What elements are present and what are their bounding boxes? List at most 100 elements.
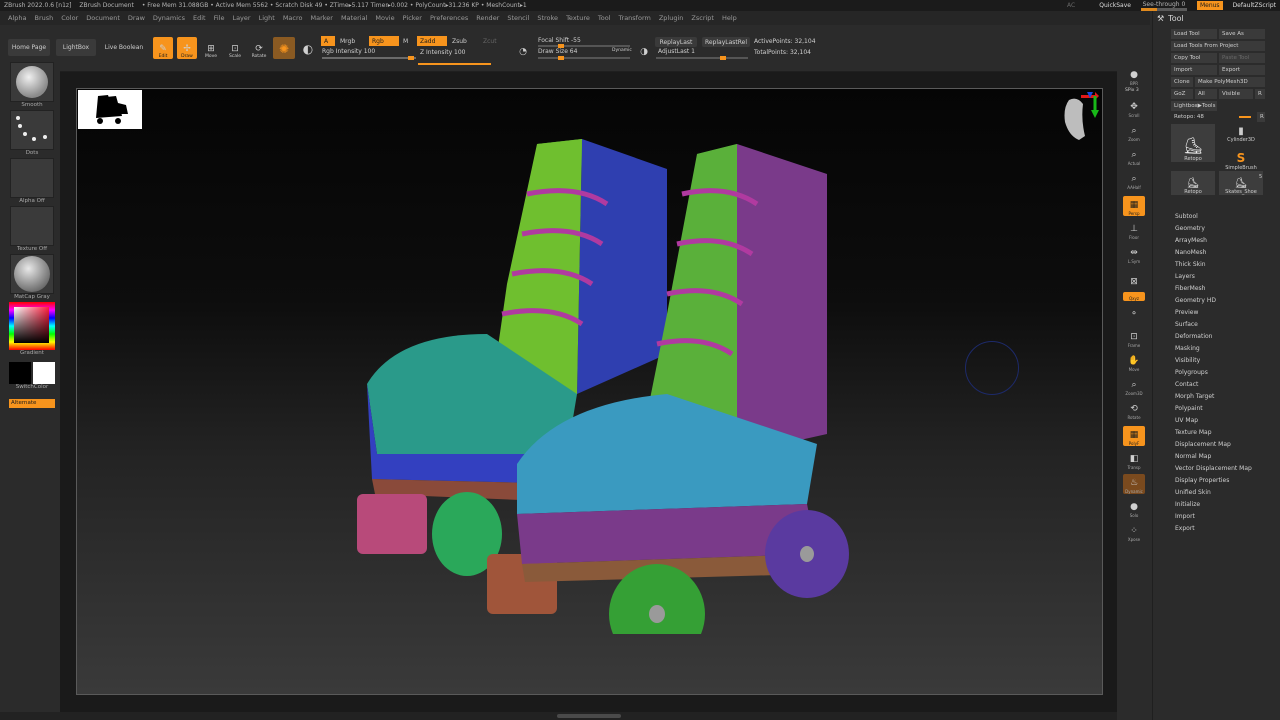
menu-document[interactable]: Document xyxy=(86,14,120,22)
clone-button[interactable]: Clone xyxy=(1171,77,1193,87)
rgb-intensity-slider[interactable] xyxy=(322,56,416,60)
export-tool-button[interactable]: Export xyxy=(1219,65,1265,75)
menu-help[interactable]: Help xyxy=(722,14,737,22)
section-display-properties[interactable]: Display Properties xyxy=(1175,475,1252,487)
section-import[interactable]: Import xyxy=(1175,511,1252,523)
move-mode-button[interactable]: ⊞ Move xyxy=(201,37,221,59)
lightbox-tools-button[interactable]: Lightbox▶Tools xyxy=(1171,101,1217,111)
ac-toggle[interactable]: AC xyxy=(1067,2,1075,9)
stroke-selector[interactable]: ◐ xyxy=(298,37,318,59)
section-contact[interactable]: Contact xyxy=(1175,379,1252,391)
menu-stencil[interactable]: Stencil xyxy=(507,14,529,22)
section-polygroups[interactable]: Polygroups xyxy=(1175,367,1252,379)
menu-dynamics[interactable]: Dynamics xyxy=(153,14,185,22)
frame-button[interactable]: ⊡ Frame xyxy=(1123,328,1145,348)
scroll-button[interactable]: ✥ Scroll xyxy=(1123,98,1145,118)
menu-file[interactable]: File xyxy=(214,14,225,22)
section-initialize[interactable]: Initialize xyxy=(1175,499,1252,511)
zoom-button[interactable]: ⌕ Zoom xyxy=(1123,122,1145,142)
make-polymesh3d-button[interactable]: Make PolyMesh3D xyxy=(1195,77,1265,87)
section-fibermesh[interactable]: FiberMesh xyxy=(1175,283,1252,295)
brush-slot[interactable]: Smooth xyxy=(9,62,55,108)
mrgb-toggle[interactable]: Mrgb xyxy=(337,36,358,46)
solo-button[interactable]: ● Solo xyxy=(1123,498,1145,518)
stroke-slot[interactable]: Dots xyxy=(9,110,55,156)
texture-slot[interactable]: Texture Off xyxy=(9,206,55,252)
transp-button[interactable]: ◧ Transp xyxy=(1123,450,1145,470)
menu-preferences[interactable]: Preferences xyxy=(430,14,468,22)
zoom3d-button[interactable]: ⌕ Zoom3D xyxy=(1123,376,1145,396)
menu-stroke[interactable]: Stroke xyxy=(537,14,558,22)
aahalf-button[interactable]: ⌕ AAHalf xyxy=(1123,170,1145,190)
actual-button[interactable]: ⌕ Actual xyxy=(1123,146,1145,166)
menu-zscript[interactable]: Zscript xyxy=(691,14,714,22)
move-view-button[interactable]: ✋ Move xyxy=(1123,352,1145,372)
draw-size-slider[interactable] xyxy=(538,56,630,60)
document-canvas[interactable] xyxy=(76,88,1103,695)
load-tools-from-project-button[interactable]: Load Tools From Project xyxy=(1171,41,1265,51)
section-layers[interactable]: Layers xyxy=(1175,271,1252,283)
navigation-gizmo[interactable] xyxy=(1051,90,1099,154)
spix-value[interactable]: SPix 3 xyxy=(1125,88,1139,93)
a-toggle[interactable]: A xyxy=(321,36,335,46)
rotate-mode-button[interactable]: ⟳ Rotate xyxy=(249,37,269,59)
section-subtool[interactable]: Subtool xyxy=(1175,211,1252,223)
menu-texture[interactable]: Texture xyxy=(566,14,590,22)
default-zscript-button[interactable]: DefaultZScript xyxy=(1233,2,1276,9)
tool-thumb-cylinder3d[interactable]: ▮ Cylinder3D xyxy=(1219,124,1263,144)
live-boolean-button[interactable]: Live Boolean xyxy=(101,39,147,56)
goz-visible-button[interactable]: Visible xyxy=(1219,89,1253,99)
menu-layer[interactable]: Layer xyxy=(232,14,250,22)
home-page-button[interactable]: Home Page xyxy=(8,39,50,56)
section-masking[interactable]: Masking xyxy=(1175,343,1252,355)
see-through-slider[interactable]: See-through 0 xyxy=(1140,1,1187,11)
rotation-axis-buttons[interactable]: ⚬ xyxy=(1123,302,1145,320)
switch-color[interactable]: SwitchColor xyxy=(9,362,55,390)
zsub-toggle[interactable]: Zsub xyxy=(449,36,470,46)
menu-draw[interactable]: Draw xyxy=(128,14,145,22)
section-texture-map[interactable]: Texture Map xyxy=(1175,427,1252,439)
focal-shift-icon-button[interactable]: ◔ xyxy=(515,39,531,57)
material-slot[interactable]: MatCap Gray xyxy=(9,254,55,300)
goz-all-button[interactable]: All xyxy=(1195,89,1217,99)
menu-render[interactable]: Render xyxy=(476,14,499,22)
brush-selector[interactable]: ✺ xyxy=(273,37,295,59)
tool-thumb-simplebrush[interactable]: S SimpleBrush xyxy=(1219,147,1263,171)
menu-macro[interactable]: Macro xyxy=(283,14,303,22)
rgb-toggle[interactable]: Rgb xyxy=(369,36,399,46)
current-tool-r-button[interactable]: R xyxy=(1257,112,1265,122)
section-preview[interactable]: Preview xyxy=(1175,307,1252,319)
section-surface[interactable]: Surface xyxy=(1175,319,1252,331)
menu-material[interactable]: Material xyxy=(341,14,367,22)
menu-brush[interactable]: Brush xyxy=(34,14,53,22)
bottom-tray-handle[interactable] xyxy=(557,714,621,718)
section-polypaint[interactable]: Polypaint xyxy=(1175,403,1252,415)
edit-mode-button[interactable]: ✎ Edit xyxy=(153,37,173,59)
color-square[interactable] xyxy=(9,302,55,350)
polyf-button[interactable]: ▦ PolyF xyxy=(1123,426,1145,446)
section-geometry-hd[interactable]: Geometry HD xyxy=(1175,295,1252,307)
tool-thumb-retopo[interactable]: ⛸ Retopo xyxy=(1171,124,1215,162)
menu-picker[interactable]: Picker xyxy=(403,14,422,22)
section-unified-skin[interactable]: Unified Skin xyxy=(1175,487,1252,499)
menu-movie[interactable]: Movie xyxy=(375,14,394,22)
dynamic-button[interactable]: ♨ Dynamic xyxy=(1123,474,1145,494)
lazy-mouse-icon-button[interactable]: ◑ xyxy=(636,39,652,57)
quicksave-button[interactable]: QuickSave xyxy=(1099,2,1131,9)
lsym-button[interactable]: ⇹ L.Sym xyxy=(1123,244,1145,264)
adjust-last-slider[interactable] xyxy=(656,56,748,60)
primary-color-swatch[interactable] xyxy=(9,362,31,384)
lightbox-button[interactable]: LightBox xyxy=(56,39,96,56)
secondary-color-swatch[interactable] xyxy=(33,362,55,384)
section-uv-map[interactable]: UV Map xyxy=(1175,415,1252,427)
bpr-button[interactable]: ● BPR xyxy=(1123,66,1145,86)
menu-alpha[interactable]: Alpha xyxy=(8,14,26,22)
menu-zplugin[interactable]: Zplugin xyxy=(659,14,684,22)
persp-button[interactable]: ▦ Persp xyxy=(1123,196,1145,216)
lock-button[interactable]: ⊠ xyxy=(1123,268,1145,288)
current-tool-slider[interactable]: Retopo: 48 xyxy=(1171,112,1255,122)
section-normal-map[interactable]: Normal Map xyxy=(1175,451,1252,463)
menu-tool[interactable]: Tool xyxy=(598,14,611,22)
z-intensity-slider[interactable] xyxy=(418,63,491,65)
save-as-button[interactable]: Save As xyxy=(1219,29,1265,39)
